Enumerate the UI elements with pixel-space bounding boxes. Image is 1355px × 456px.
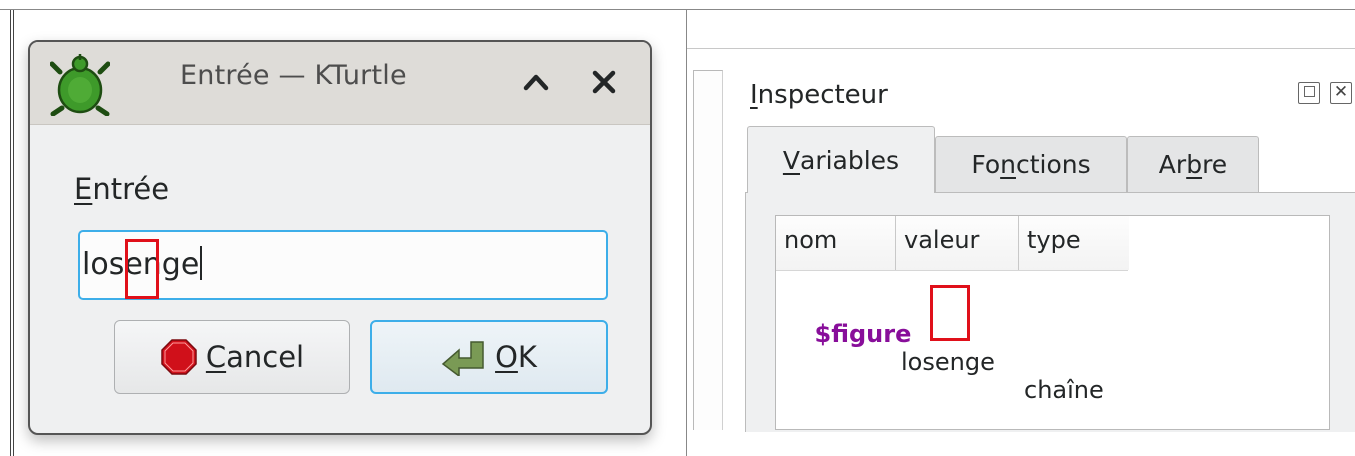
cell-valeur: losenge (901, 348, 995, 376)
column-header-valeur[interactable]: valeur (896, 216, 1019, 270)
cell-nom: $figure (814, 320, 912, 348)
check-arrow-icon (441, 341, 484, 376)
tab-arbre[interactable]: Ar b re (1127, 136, 1259, 192)
tab-variables[interactable]: Variables (747, 126, 935, 193)
cancel-button[interactable]: Cancel (114, 320, 350, 394)
frame-divider (686, 9, 687, 456)
dialog-title: Entrée — KTurtle (180, 60, 407, 91)
chevron-up-icon[interactable] (518, 64, 554, 100)
input-label-rest: ntrée (92, 172, 170, 206)
header-divider (776, 270, 1128, 271)
dialog-titlebar: Entrée — KTurtle (30, 42, 650, 125)
tab-fonctions[interactable]: Fo n ctions (935, 136, 1127, 192)
highlight-box-dialog (125, 239, 159, 299)
inspector-top-border (687, 48, 1355, 49)
input-dialog: Entrée — KTurtle Entrée losenge Cancel O… (28, 40, 652, 435)
input-label: Entrée (74, 172, 169, 206)
cell-type: chaîne (1024, 376, 1104, 404)
ok-button-label: OK (495, 340, 537, 374)
float-window-icon[interactable] (1298, 82, 1320, 104)
stop-sign-icon (161, 339, 197, 375)
dock-close-icon[interactable]: ✕ (1330, 82, 1352, 104)
text-caret (200, 246, 203, 280)
inspector-title: Inspecteur (750, 80, 888, 110)
close-icon[interactable] (586, 64, 622, 100)
turtle-icon (50, 54, 110, 116)
input-label-mnemonic: E (74, 172, 93, 206)
table-row[interactable]: $figure losenge chaîne (784, 292, 1104, 432)
cancel-button-label: Cancel (205, 340, 305, 374)
ok-button[interactable]: OK (370, 320, 608, 394)
frame-top-border (0, 9, 1355, 10)
editor-pane-edge (693, 70, 723, 430)
variables-table: nom valeur type $figure losenge chaîne (775, 215, 1330, 430)
column-header-nom[interactable]: nom (776, 216, 896, 270)
frame-left-border (10, 10, 14, 456)
highlight-box-inspector (930, 285, 970, 341)
column-header-type[interactable]: type (1019, 216, 1129, 270)
